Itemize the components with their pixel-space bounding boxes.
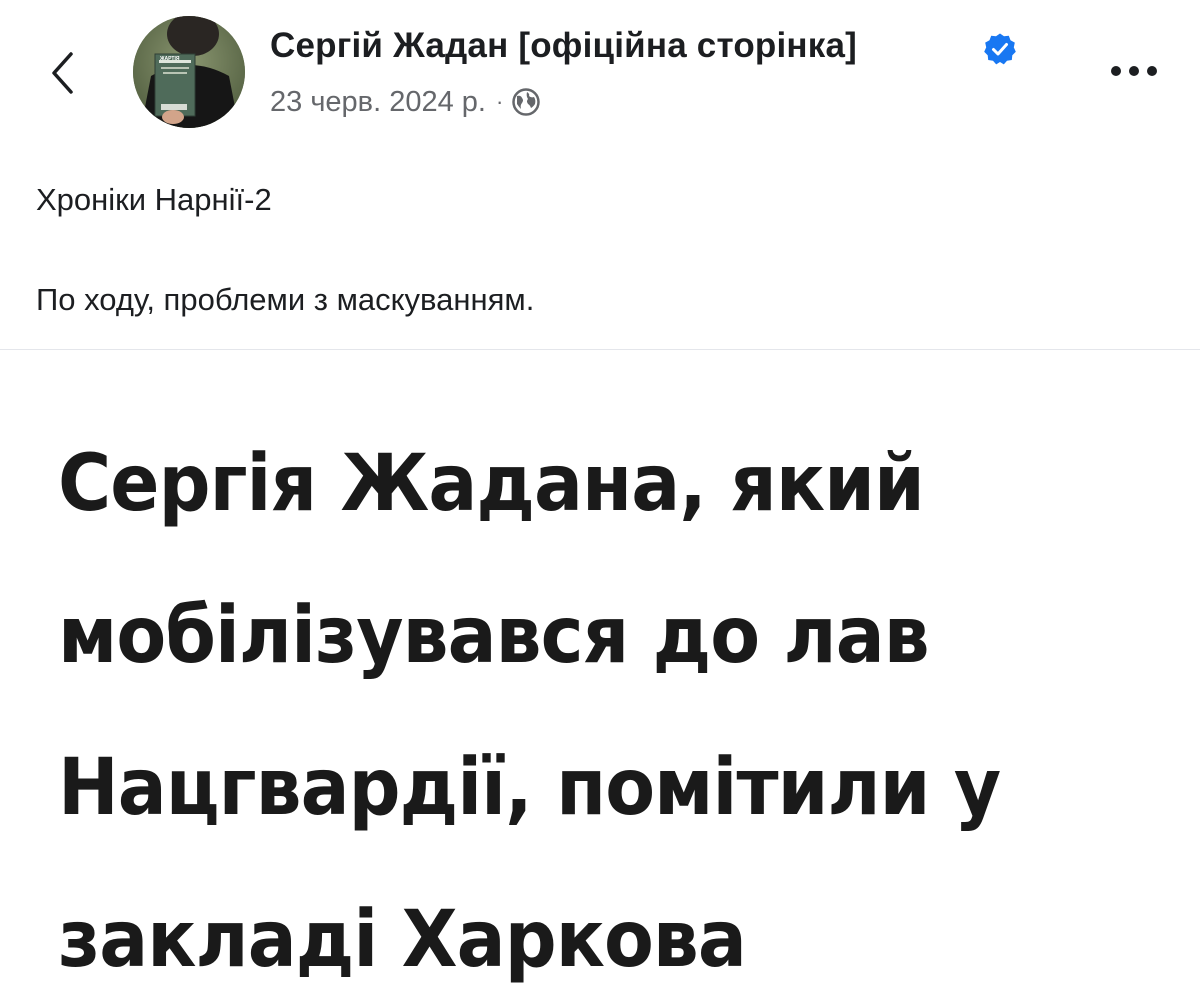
post-meta: 23 черв. 2024 р. ·: [270, 84, 541, 120]
more-options-button[interactable]: [1104, 56, 1164, 86]
news-headline: Сергія Жадана, який мобілізувався до лав…: [58, 439, 1001, 985]
post-header: ЖАРТІЯ Сергій Жадан [офіційна сторінка] …: [0, 0, 1200, 150]
author-name[interactable]: Сергій Жадан [офіційна сторінка]: [270, 26, 857, 66]
avatar-photo: [133, 16, 245, 128]
back-button[interactable]: [40, 48, 90, 98]
verified-badge-icon: [983, 32, 1017, 66]
meta-separator: ·: [495, 89, 504, 114]
post-date[interactable]: 23 черв. 2024 р.: [270, 86, 486, 119]
author-avatar[interactable]: ЖАРТІЯ: [133, 16, 245, 128]
chevron-left-icon: [52, 52, 73, 94]
globe-icon: [511, 87, 541, 117]
post-text-line-2: По ходу, проблеми з маскуванням.: [36, 282, 535, 317]
post-text-line-1: Хроніки Нарнії-2: [36, 182, 272, 217]
attached-news-image[interactable]: Сергія Жадана, який мобілізувався до лав…: [0, 350, 1200, 1005]
avatar-book-title: ЖАРТІЯ: [160, 56, 180, 62]
more-horizontal-icon: [1111, 66, 1157, 76]
